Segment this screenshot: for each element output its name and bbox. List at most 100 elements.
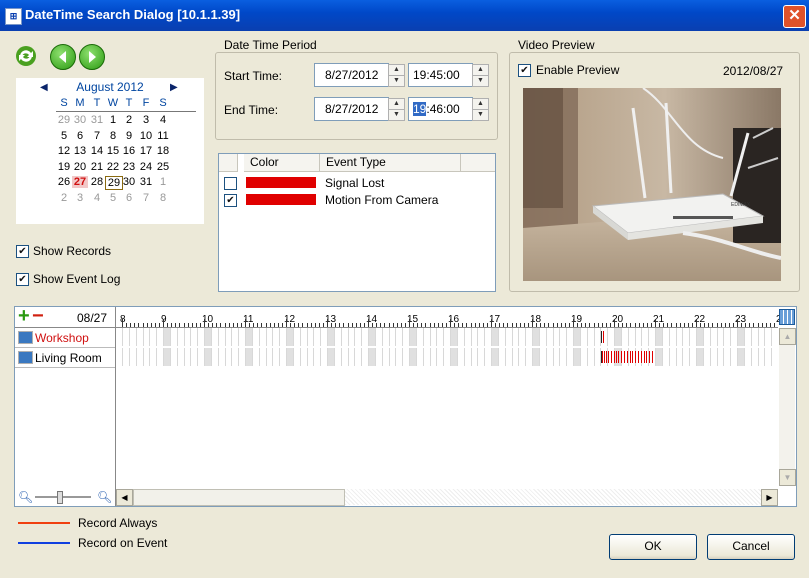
track-cell[interactable] (320, 328, 327, 346)
close-button[interactable]: ✕ (783, 5, 806, 28)
track-cell[interactable] (265, 328, 273, 346)
calendar-day[interactable]: 22 (105, 161, 121, 173)
end-time-field[interactable]: 19:46:00 (408, 97, 473, 121)
track-cell[interactable] (265, 348, 273, 366)
track-cell[interactable] (641, 328, 649, 346)
calendar-day[interactable]: 8 (105, 130, 121, 142)
track-cell[interactable] (443, 328, 450, 346)
track-cell[interactable] (156, 348, 163, 366)
track-cell[interactable] (292, 328, 300, 346)
track-cell[interactable] (648, 328, 655, 346)
track-cell[interactable] (607, 328, 614, 346)
track-cell[interactable] (545, 348, 553, 366)
calendar-day[interactable]: 5 (105, 192, 121, 204)
track-cell[interactable] (737, 328, 744, 346)
calendar-day[interactable]: 23 (121, 161, 137, 173)
end-time-down[interactable]: ▼ (472, 109, 489, 121)
track-cell[interactable] (559, 328, 567, 346)
calendar-day[interactable]: 16 (121, 145, 137, 157)
track-cell[interactable] (176, 348, 184, 366)
record-segment[interactable] (600, 351, 602, 363)
track-cell[interactable] (327, 348, 334, 366)
cancel-button[interactable]: Cancel (707, 534, 795, 560)
track-cell[interactable] (279, 328, 286, 346)
track-cell[interactable] (272, 328, 280, 346)
motion-checkbox[interactable]: ✔ (224, 194, 237, 207)
track-cell[interactable] (217, 328, 225, 346)
track-cell[interactable] (128, 348, 136, 366)
scroll-up-icon[interactable]: ▲ (779, 328, 796, 345)
track-cell[interactable] (286, 348, 293, 366)
track-cell[interactable] (525, 328, 532, 346)
record-segment[interactable] (618, 351, 620, 363)
track-cell[interactable] (532, 348, 539, 366)
track-cell[interactable] (716, 348, 724, 366)
track-cell[interactable] (183, 328, 191, 346)
calendar-day[interactable]: 4 (89, 192, 105, 204)
track-cell[interactable] (511, 348, 519, 366)
record-segment[interactable] (648, 351, 650, 363)
track-cell[interactable] (224, 348, 232, 366)
track-cell[interactable] (545, 328, 553, 346)
track-cell[interactable] (361, 328, 368, 346)
record-segment[interactable] (629, 351, 631, 363)
track-cell[interactable] (504, 348, 512, 366)
track-cell[interactable] (245, 348, 252, 366)
track-cell[interactable] (750, 328, 758, 346)
track-cell[interactable] (743, 348, 751, 366)
track-cell[interactable] (689, 348, 696, 366)
track-cell[interactable] (682, 328, 690, 346)
track-cell[interactable] (614, 328, 621, 346)
calendar[interactable]: ◀ August 2012 ▶ S M T W T F S 29 30 31 1 2 3 4… (16, 78, 204, 224)
track-cell[interactable] (347, 348, 355, 366)
track-cell[interactable] (204, 328, 211, 346)
remove-icon[interactable]: − (32, 306, 46, 326)
previous-icon[interactable] (50, 44, 76, 70)
scroll-down-icon[interactable]: ▼ (779, 469, 796, 486)
track-cell[interactable] (409, 328, 416, 346)
zoom-slider[interactable] (35, 491, 91, 504)
zoom-out-icon[interactable]: 🔍︎ (18, 490, 33, 504)
check-column-header[interactable] (219, 154, 238, 172)
track-cell[interactable] (169, 348, 177, 366)
track-cell[interactable] (696, 328, 703, 346)
track-cell[interactable] (757, 348, 765, 366)
track-cell[interactable] (149, 348, 157, 366)
calendar-day[interactable]: 8 (155, 192, 171, 204)
track-cell[interactable] (374, 328, 382, 346)
track-cell[interactable] (122, 348, 129, 366)
track-cell[interactable] (450, 348, 457, 366)
track-cell[interactable] (559, 348, 567, 366)
track-cell[interactable] (538, 328, 546, 346)
track-cell[interactable] (566, 348, 573, 366)
track-cell[interactable] (750, 348, 758, 366)
record-segment[interactable] (608, 351, 610, 363)
start-time-field[interactable]: 19:45:00 (408, 63, 473, 87)
track-cell[interactable] (497, 348, 505, 366)
track-cell[interactable] (409, 348, 416, 366)
calendar-day[interactable]: 27 (72, 176, 88, 188)
record-segment[interactable] (602, 331, 604, 343)
track-cell[interactable] (381, 348, 389, 366)
calendar-day[interactable]: 4 (155, 114, 171, 126)
track-cell[interactable] (771, 348, 778, 366)
table-row[interactable]: Signal Lost (219, 174, 495, 191)
track-cell[interactable] (552, 328, 560, 346)
calendar-day[interactable]: 18 (155, 145, 171, 157)
track-cell[interactable] (347, 328, 355, 346)
record-segment[interactable] (605, 351, 607, 363)
track-cell[interactable] (163, 348, 170, 366)
track-cell[interactable] (764, 348, 772, 366)
track-cell[interactable] (538, 348, 546, 366)
scroll-thumb[interactable] (133, 489, 345, 506)
track-cell[interactable] (456, 328, 464, 346)
track-cell[interactable] (730, 348, 737, 366)
track-cell[interactable] (402, 328, 409, 346)
track-cell[interactable] (463, 348, 471, 366)
calendar-day[interactable]: 10 (138, 130, 154, 142)
track-cell[interactable] (313, 348, 321, 366)
event-type-column-header[interactable]: Event Type (320, 154, 461, 172)
track-cell[interactable] (484, 328, 491, 346)
calendar-day[interactable]: 31 (89, 114, 105, 126)
track-cell[interactable] (238, 328, 245, 346)
